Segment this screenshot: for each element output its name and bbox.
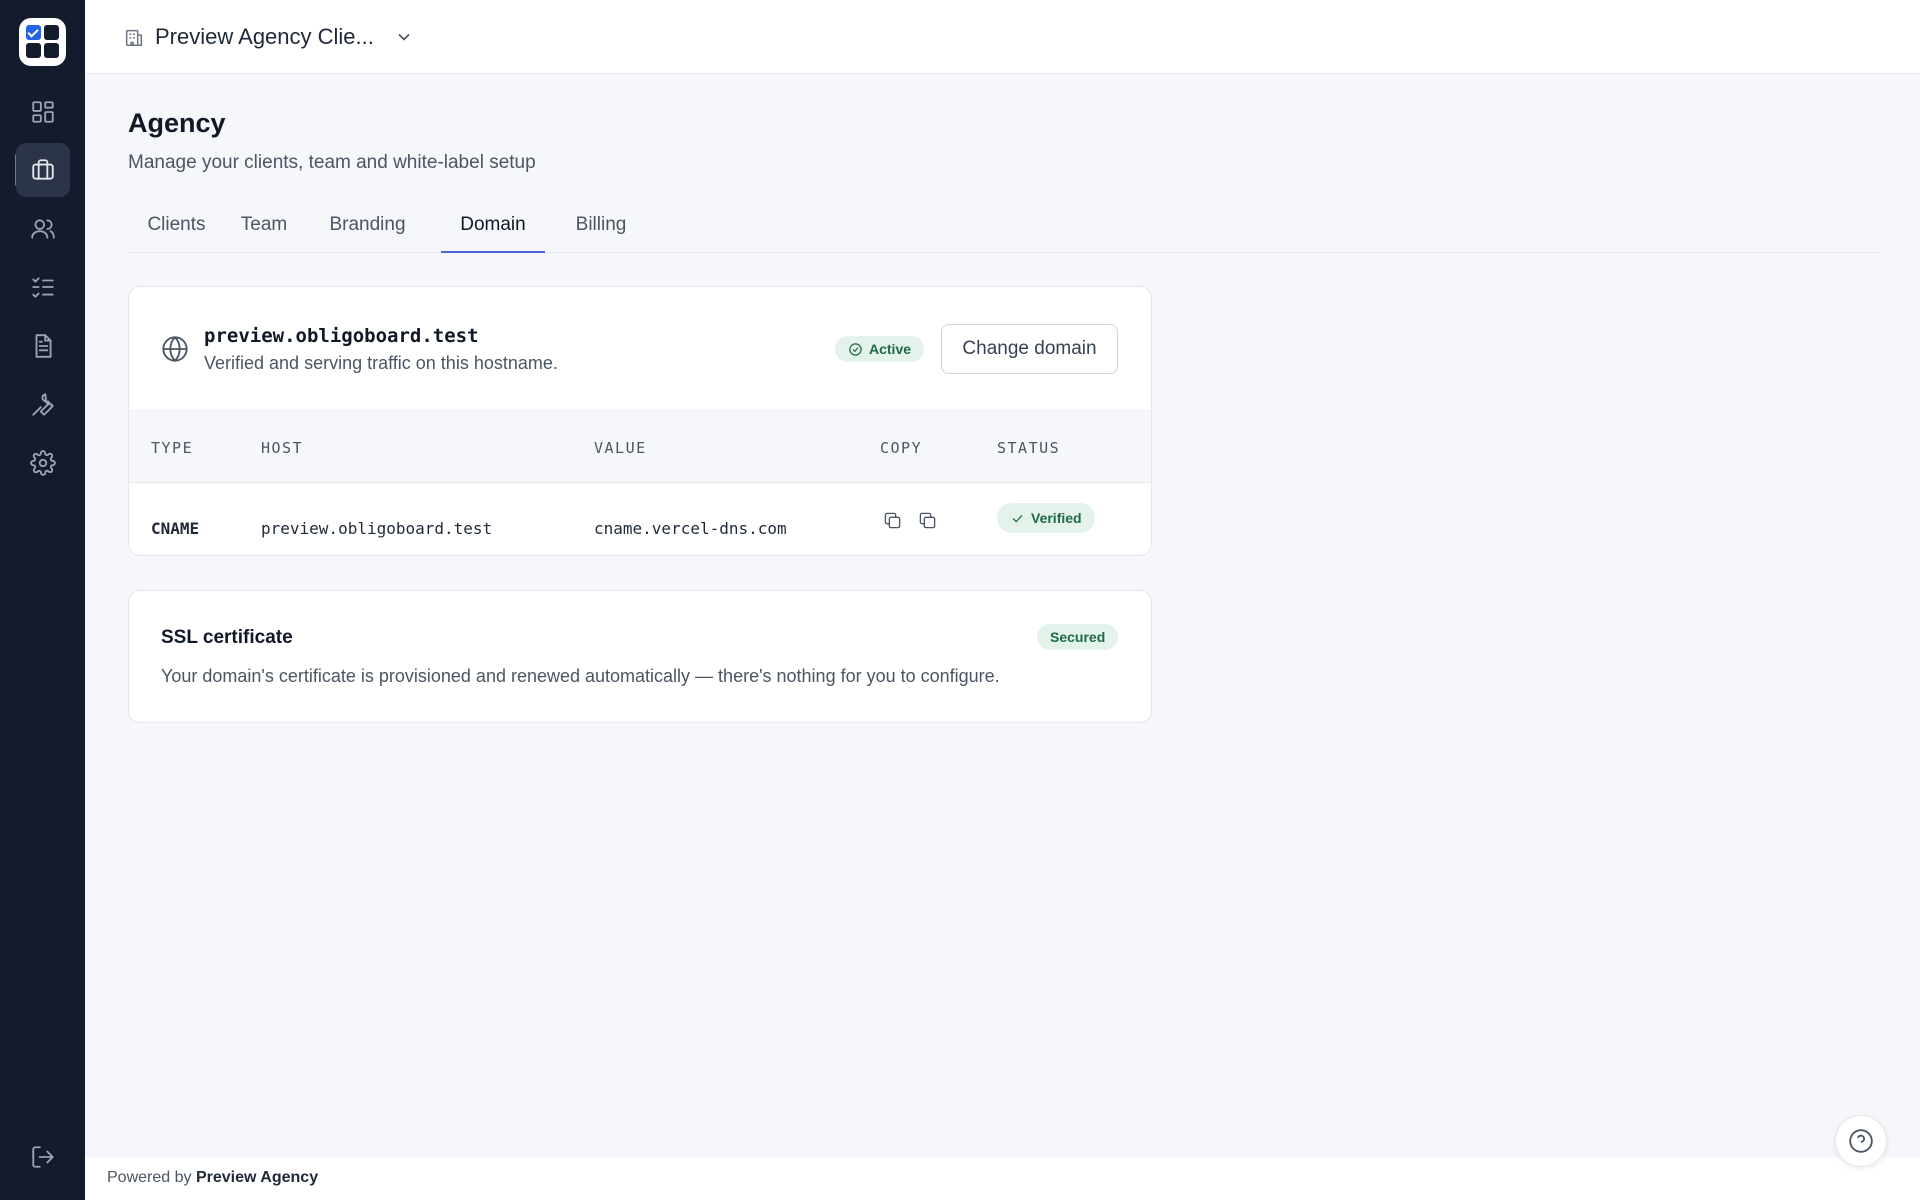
tab-bar: Clients Team Branding Domain Billing (128, 206, 1878, 253)
tab-billing[interactable]: Billing (565, 206, 637, 253)
tab-clients[interactable]: Clients (128, 206, 225, 253)
document-icon (35, 334, 52, 358)
status-badge-active: Active (835, 336, 925, 362)
wrench-icon (32, 393, 54, 416)
column-header-host: HOST (261, 439, 304, 457)
status-badge-label: Verified (1031, 510, 1082, 526)
sidebar-item-agency[interactable] (16, 143, 70, 197)
org-switcher[interactable]: Preview Agency Clie... (123, 20, 414, 54)
page-title: Agency (128, 108, 226, 138)
column-header-type: TYPE (151, 439, 194, 457)
dashboard-icon (32, 101, 54, 123)
building-icon (125, 29, 143, 46)
briefcase-icon (32, 159, 54, 180)
logo-square (44, 43, 59, 58)
status-badge-verified: Verified (997, 503, 1095, 533)
app-logo[interactable] (19, 18, 66, 66)
sidebar-item-documents[interactable] (16, 319, 70, 373)
logout-button[interactable] (16, 1130, 70, 1184)
ssl-title: SSL certificate (161, 627, 293, 648)
status-badge-label: Active (869, 341, 912, 357)
logo-check-square (26, 25, 41, 40)
sidebar-item-tools[interactable] (16, 378, 70, 432)
copy-icon (884, 512, 900, 528)
logout-icon (32, 1146, 54, 1168)
dns-table-header: TYPE HOST VALUE COPY STATUS (129, 410, 1151, 483)
dns-record-host: preview.obligoboard.test (261, 519, 493, 538)
help-button[interactable] (1835, 1115, 1887, 1167)
logo-square (26, 43, 41, 58)
check-circle-icon (849, 342, 862, 356)
footer-prefix: Powered by (107, 1169, 192, 1186)
chevron-down-icon (398, 33, 410, 41)
dns-record-value: cname.vercel-dns.com (594, 519, 787, 538)
checklist-icon (32, 277, 54, 298)
domain-hostname: preview.obligoboard.test (204, 325, 479, 347)
gear-icon (30, 450, 56, 476)
logo-square (44, 25, 59, 40)
sidebar (0, 0, 85, 1200)
sidebar-item-dashboard[interactable] (16, 85, 70, 139)
sidebar-item-settings[interactable] (16, 436, 70, 490)
users-icon (31, 219, 55, 239)
ssl-card: SSL certificate Secured Your domain's ce… (128, 590, 1152, 723)
sidebar-item-tasks[interactable] (16, 260, 70, 314)
column-header-value: VALUE (594, 439, 647, 457)
tab-branding[interactable]: Branding (323, 206, 412, 253)
column-header-status: STATUS (997, 439, 1061, 457)
topbar: Preview Agency Clie... (85, 0, 1920, 74)
footer-brand: Preview Agency (195, 1169, 319, 1186)
footer: Powered by Preview Agency (85, 1157, 1920, 1200)
copy-value-button[interactable] (914, 507, 940, 533)
dns-record-type: CNAME (151, 519, 200, 538)
ssl-description: Your domain's certificate is provisioned… (161, 666, 1000, 686)
change-domain-button[interactable]: Change domain (941, 324, 1118, 374)
help-icon (1849, 1129, 1873, 1153)
tab-domain[interactable]: Domain (441, 206, 545, 253)
tab-team[interactable]: Team (233, 206, 295, 253)
copy-icon (919, 512, 935, 528)
domain-description: Verified and serving traffic on this hos… (204, 353, 558, 373)
domain-card: preview.obligoboard.test Verified and se… (128, 286, 1152, 556)
globe-icon (162, 336, 188, 362)
org-name: Preview Agency Clie... (155, 24, 374, 49)
column-header-copy: COPY (880, 439, 923, 457)
copy-host-button[interactable] (879, 507, 905, 533)
status-badge-secured: Secured (1037, 624, 1119, 650)
sidebar-item-users[interactable] (16, 202, 70, 256)
footer-text: Powered by Preview Agency (107, 1169, 318, 1187)
check-icon (1012, 514, 1023, 523)
page-subtitle: Manage your clients, team and white-labe… (128, 152, 536, 173)
